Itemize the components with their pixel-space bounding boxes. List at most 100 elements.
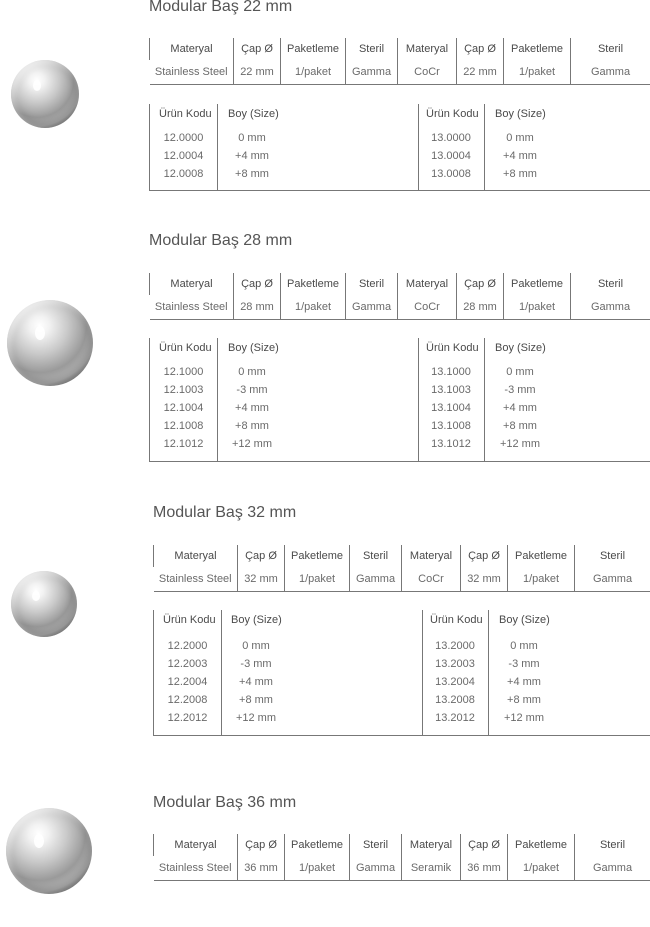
- header-paketleme: Paketleme: [280, 273, 346, 295]
- header-urun-kodu: Ürün Kodu: [163, 614, 216, 626]
- product-code: 13.2004: [435, 676, 475, 688]
- spec-material: Stainless Steel: [149, 60, 234, 85]
- spec-diameter: 22 mm: [233, 60, 281, 85]
- header-materyal: Materyal: [401, 834, 461, 856]
- size-value: -3 mm: [508, 658, 540, 670]
- header-paketleme: Paketleme: [503, 38, 571, 60]
- spec-material: CoCr: [397, 60, 457, 85]
- size-value: +4 mm: [235, 402, 269, 414]
- spec-sterile: Gamma: [574, 856, 650, 881]
- section-22mm: Modular Baş 22 mm Materyal Çap Ø Paketle…: [0, 0, 650, 200]
- product-code: 12.2004: [167, 676, 208, 688]
- header-boy: Boy (Size): [228, 108, 279, 120]
- header-cap: Çap Ø: [460, 545, 508, 567]
- spec-sterile: Gamma: [349, 856, 402, 881]
- header-urun-kodu: Ürün Kodu: [159, 108, 212, 120]
- spec-package: 1/paket: [503, 295, 571, 320]
- size-value: +12 mm: [499, 438, 541, 450]
- size-value: -3 mm: [240, 658, 272, 670]
- header-boy: Boy (Size): [499, 614, 550, 626]
- header-steril: Steril: [574, 834, 650, 856]
- header-steril: Steril: [574, 545, 650, 567]
- header-paketleme: Paketleme: [507, 834, 575, 856]
- product-code: 13.1008: [431, 420, 471, 432]
- size-value: 0 mm: [510, 640, 538, 652]
- femoral-head-32mm-image: [11, 571, 77, 637]
- section-title: Modular Baş 36 mm: [153, 794, 297, 811]
- header-cap: Çap Ø: [237, 834, 285, 856]
- spec-material: CoCr: [397, 295, 457, 320]
- size-value: +4 mm: [507, 676, 541, 688]
- header-steril: Steril: [570, 273, 650, 295]
- header-urun-kodu: Ürün Kodu: [159, 342, 212, 354]
- size-value: 0 mm: [238, 132, 266, 144]
- header-materyal: Materyal: [401, 545, 461, 567]
- size-value: +4 mm: [235, 150, 269, 162]
- product-code: 12.0008: [163, 168, 204, 180]
- spec-package: 1/paket: [284, 856, 350, 881]
- product-code: 13.1012: [431, 438, 471, 450]
- product-code: 13.0000: [431, 132, 471, 144]
- header-urun-kodu: Ürün Kodu: [426, 342, 479, 354]
- header-materyal: Materyal: [153, 545, 238, 567]
- size-value: 0 mm: [506, 366, 534, 378]
- header-steril: Steril: [345, 273, 398, 295]
- spec-sterile: Gamma: [345, 60, 398, 85]
- header-cap: Çap Ø: [460, 834, 508, 856]
- spec-diameter: 36 mm: [237, 856, 285, 881]
- spec-table: Materyal Çap Ø Paketleme Steril Materyal…: [153, 545, 650, 592]
- product-code: 12.1000: [163, 366, 204, 378]
- femoral-head-36mm-image: [6, 808, 92, 894]
- product-code: 13.1004: [431, 402, 471, 414]
- spec-material: Stainless Steel: [153, 856, 238, 881]
- header-paketleme: Paketleme: [507, 545, 575, 567]
- header-materyal: Materyal: [153, 834, 238, 856]
- header-materyal: Materyal: [397, 273, 457, 295]
- header-materyal: Materyal: [397, 38, 457, 60]
- product-code: 12.0004: [163, 150, 204, 162]
- size-value: +4 mm: [503, 150, 537, 162]
- spec-diameter: 28 mm: [233, 295, 281, 320]
- product-code: 12.2000: [167, 640, 208, 652]
- size-value: 0 mm: [238, 366, 266, 378]
- section-32mm: Modular Baş 32 mm Materyal Çap Ø Paketle…: [0, 504, 650, 744]
- size-table: Ürün Kodu Boy (Size) Ürün Kodu Boy (Size…: [149, 338, 650, 462]
- product-code: 13.1003: [431, 384, 471, 396]
- size-value: +12 mm: [235, 712, 277, 724]
- section-title: Modular Baş 28 mm: [149, 232, 293, 249]
- product-code: 13.2003: [435, 658, 475, 670]
- header-paketleme: Paketleme: [284, 834, 350, 856]
- spec-table: Materyal Çap Ø Paketleme Steril Materyal…: [149, 38, 650, 85]
- spec-package: 1/paket: [284, 567, 350, 592]
- spec-material: Stainless Steel: [153, 567, 238, 592]
- product-code: 12.2003: [167, 658, 208, 670]
- header-paketleme: Paketleme: [284, 545, 350, 567]
- spec-package: 1/paket: [507, 567, 575, 592]
- size-value: -3 mm: [504, 384, 536, 396]
- spec-sterile: Gamma: [349, 567, 402, 592]
- size-value: +4 mm: [239, 676, 273, 688]
- product-code: 12.1003: [163, 384, 204, 396]
- header-steril: Steril: [345, 38, 398, 60]
- size-value: +8 mm: [503, 420, 537, 432]
- header-boy: Boy (Size): [495, 108, 546, 120]
- spec-package: 1/paket: [503, 60, 571, 85]
- product-code: 13.2000: [435, 640, 475, 652]
- spec-diameter: 28 mm: [456, 295, 504, 320]
- product-code: 12.1012: [163, 438, 204, 450]
- spec-material: CoCr: [401, 567, 461, 592]
- product-code: 13.2012: [435, 712, 475, 724]
- femoral-head-28mm-image: [7, 300, 93, 386]
- spec-sterile: Gamma: [570, 60, 650, 85]
- size-value: 0 mm: [242, 640, 270, 652]
- section-title: Modular Baş 32 mm: [153, 504, 297, 521]
- product-code: 13.0008: [431, 168, 471, 180]
- header-cap: Çap Ø: [233, 38, 281, 60]
- header-materyal: Materyal: [149, 273, 234, 295]
- section-28mm: Modular Baş 28 mm Materyal Çap Ø Paketle…: [0, 232, 650, 472]
- header-paketleme: Paketleme: [503, 273, 571, 295]
- size-table: Ürün Kodu Boy (Size) Ürün Kodu Boy (Size…: [153, 610, 650, 736]
- product-code: 12.1004: [163, 402, 204, 414]
- size-value: +8 mm: [239, 694, 273, 706]
- header-steril: Steril: [570, 38, 650, 60]
